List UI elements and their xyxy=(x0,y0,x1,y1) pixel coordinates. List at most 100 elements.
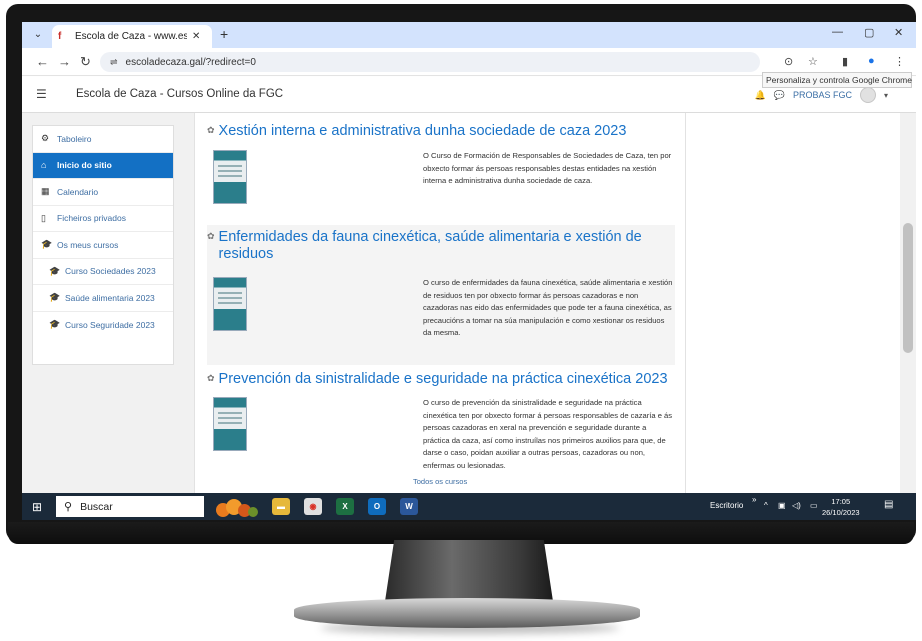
user-menu: 🔔 💬 PROBAS FGC ▾ xyxy=(755,87,888,103)
course-summary: O curso de enfermidades da fauna cinexét… xyxy=(423,278,673,338)
search-label: Buscar xyxy=(80,500,113,513)
maximize-icon[interactable]: ▢ xyxy=(864,26,874,39)
taskbar-clock[interactable]: 17:05 26/10/2023 xyxy=(822,496,860,518)
back-icon[interactable]: ← xyxy=(36,54,49,69)
address-url: escoladecaza.gal/?redirect=0 xyxy=(125,56,256,68)
sidebar-item-dashboard[interactable]: ⚙ Taboleiro xyxy=(33,126,173,153)
sidebar-item-label: Ficheiros privados xyxy=(57,213,126,224)
close-window-icon[interactable]: ✕ xyxy=(894,26,903,39)
graduation-cap-icon: 🎓 xyxy=(49,265,61,276)
tab-close-icon[interactable]: ✕ xyxy=(192,31,200,42)
outlook-icon[interactable]: O xyxy=(368,498,386,515)
network-icon[interactable]: ▭ xyxy=(810,501,818,510)
minimize-icon[interactable]: — xyxy=(832,26,843,38)
site-favicon-icon: f xyxy=(58,30,62,42)
course-thumbnail[interactable] xyxy=(213,397,247,451)
site-info-icon[interactable]: ⇌ xyxy=(110,57,118,68)
course-icon: ✿ xyxy=(207,373,215,383)
tray-app-icon[interactable]: ▣ xyxy=(778,501,786,510)
clock-time: 17:05 xyxy=(831,497,851,506)
course-thumbnail[interactable] xyxy=(213,150,247,204)
page-scrollbar[interactable] xyxy=(900,113,916,493)
graduation-cap-icon: 🎓 xyxy=(41,239,53,250)
taskbar-search[interactable]: ⚲ Buscar xyxy=(56,496,204,517)
forward-icon[interactable]: → xyxy=(58,54,71,69)
browser-tab[interactable]: f Escola de Caza - www.escolad ✕ xyxy=(52,25,212,48)
site-name[interactable]: Escola de Caza - Cursos Online da FGC xyxy=(76,88,283,100)
course-title: Prevención da sinistralidade e seguridad… xyxy=(218,371,668,387)
course-list: ✿ Xestión interna e administrativa dunha… xyxy=(194,113,686,493)
course-thumbnail[interactable] xyxy=(213,277,247,331)
course-title: Xestión interna e administrativa dunha s… xyxy=(218,123,627,139)
calendar-icon: ▦ xyxy=(41,186,50,197)
address-bar[interactable]: ⇌ escoladecaza.gal/?redirect=0 xyxy=(100,52,760,72)
sidebar-item-private-files[interactable]: ▯ Ficheiros privados xyxy=(33,206,173,232)
windows-start-icon[interactable]: ⊞ xyxy=(32,500,46,514)
sidebar-item-calendar[interactable]: ▦ Calendario xyxy=(33,179,173,206)
course-icon: ✿ xyxy=(207,231,215,241)
scrollbar-thumb[interactable] xyxy=(903,223,913,353)
course-icon: ✿ xyxy=(207,125,215,135)
course-summary: O curso de prevención da sinistralidade … xyxy=(423,398,673,470)
new-tab-icon[interactable]: + xyxy=(220,26,228,42)
notification-center-icon[interactable]: ▤ xyxy=(884,499,896,511)
sidebar-item-my-courses[interactable]: 🎓 Os meus cursos xyxy=(33,232,173,259)
chrome-icon[interactable]: ◉ xyxy=(304,498,322,515)
right-column xyxy=(686,113,900,493)
sidebar-item-course-saude[interactable]: 🎓 Saúde alimentaria 2023 xyxy=(33,285,173,312)
course-title-link[interactable]: ✿ Prevención da sinistralidade e segurid… xyxy=(207,371,675,388)
home-icon: ⌂ xyxy=(41,160,47,171)
sidebar-item-label: Os meus cursos xyxy=(57,239,119,250)
chevron-down-icon[interactable]: ▾ xyxy=(884,91,888,100)
sidebar-item-course-sociedades[interactable]: 🎓 Curso Sociedades 2023 xyxy=(33,259,173,285)
notifications-bell-icon[interactable]: 🔔 xyxy=(755,90,766,101)
dashboard-icon: ⚙ xyxy=(41,133,50,144)
windows-taskbar: ⊞ ⚲ Buscar ▬ ◉ X O W Escritorio » ^ ▣ ◁)… xyxy=(22,493,916,520)
all-courses-link[interactable]: Todos os cursos xyxy=(413,477,467,486)
tab-title: Escola de Caza - www.escolad xyxy=(75,31,187,42)
volume-icon[interactable]: ◁) xyxy=(792,501,801,510)
user-name[interactable]: PROBAS FGC xyxy=(793,90,852,100)
monitor-base xyxy=(294,598,640,628)
sidebar-item-label: Saúde alimentaria 2023 xyxy=(65,292,155,303)
course-title-link[interactable]: ✿ Xestión interna e administrativa dunha… xyxy=(207,123,675,140)
graduation-cap-icon: 🎓 xyxy=(49,319,61,330)
excel-icon[interactable]: X xyxy=(336,498,354,515)
tab-search-icon[interactable]: ⌄ xyxy=(30,27,46,43)
course-title: Enfermidades da fauna cinexética, saúde … xyxy=(218,229,642,262)
search-icon: ⚲ xyxy=(64,501,73,513)
screen: ⌄ f Escola de Caza - www.escolad ✕ + — ▢… xyxy=(22,22,916,520)
course-item: ✿ Enfermidades da fauna cinexética, saúd… xyxy=(207,225,675,365)
sidebar-item-course-seguridade[interactable]: 🎓 Curso Seguridade 2023 xyxy=(33,312,173,339)
sidebar-item-home[interactable]: ⌂ Inicio do sitio xyxy=(33,152,173,179)
word-icon[interactable]: W xyxy=(400,498,418,515)
page-body: ⚙ Taboleiro ⌂ Inicio do sitio ▦ Calendar… xyxy=(22,113,916,493)
clock-date: 26/10/2023 xyxy=(822,508,860,517)
course-item: ✿ Prevención da sinistralidade e segurid… xyxy=(207,371,675,481)
course-item: ✿ Xestión interna e administrativa dunha… xyxy=(207,123,675,223)
side-panel-icon[interactable]: ▮ xyxy=(842,55,848,68)
desktop-label[interactable]: Escritorio xyxy=(710,501,743,510)
file-explorer-icon[interactable]: ▬ xyxy=(272,498,290,515)
sidebar-item-label: Taboleiro xyxy=(57,133,92,144)
chrome-menu-tooltip: Personaliza y controla Google Chrome xyxy=(762,72,912,88)
file-icon: ▯ xyxy=(41,212,46,223)
news-widget-icon[interactable] xyxy=(212,495,262,518)
nav-drawer: ⚙ Taboleiro ⌂ Inicio do sitio ▦ Calendar… xyxy=(32,125,174,365)
course-title-link[interactable]: ✿ Enfermidades da fauna cinexética, saúd… xyxy=(207,225,675,263)
hamburger-menu-icon[interactable]: ☰ xyxy=(36,87,52,103)
graduation-cap-icon: 🎓 xyxy=(49,292,61,303)
bookmark-star-icon[interactable]: ☆ xyxy=(808,55,818,68)
sidebar-item-label: Calendario xyxy=(57,186,99,197)
toolbar-expand-icon[interactable]: » xyxy=(752,495,756,504)
tray-overflow-icon[interactable]: ^ xyxy=(764,501,768,510)
tab-strip: ⌄ f Escola de Caza - www.escolad ✕ + — ▢… xyxy=(22,22,916,48)
messages-icon[interactable]: 💬 xyxy=(774,90,785,101)
course-summary: O Curso de Formación de Responsables de … xyxy=(423,151,672,186)
chrome-menu-icon[interactable]: ⋮ xyxy=(894,55,905,68)
profile-icon[interactable]: ● xyxy=(868,55,875,67)
sidebar-item-label: Inicio do sitio xyxy=(57,160,112,171)
lens-icon[interactable]: ⊙ xyxy=(784,55,793,68)
avatar[interactable] xyxy=(859,87,876,103)
reload-icon[interactable]: ↻ xyxy=(80,54,91,70)
